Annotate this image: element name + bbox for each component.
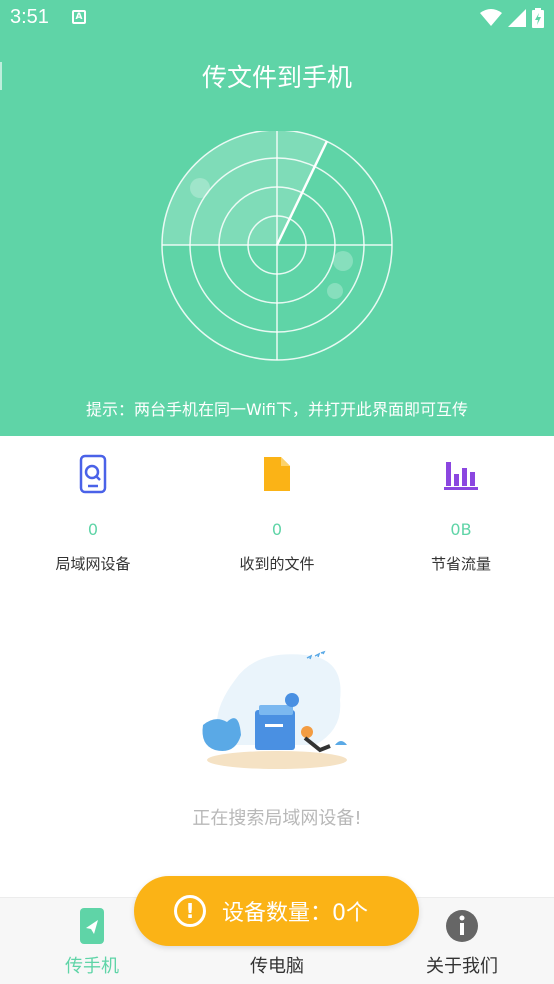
status-icons xyxy=(480,8,544,28)
send-phone-icon xyxy=(80,908,104,944)
header: 传文件到手机 提示：两台手机在同一Wifi下，并打开此界面即可互传 xyxy=(0,36,554,436)
device-dot xyxy=(327,283,343,299)
radar-scanner xyxy=(161,131,393,361)
stat-saved-traffic[interactable]: 0B 节省流量 xyxy=(386,454,536,574)
device-dot xyxy=(190,178,210,198)
searching-text: 正在搜索局域网设备! xyxy=(192,808,362,829)
status-bar: 3:51 A xyxy=(0,0,554,36)
searching-illustration xyxy=(202,650,347,769)
hint-text: 提示：两台手机在同一Wifi下，并打开此界面即可互传 xyxy=(86,400,468,419)
stat-label: 收到的文件 xyxy=(239,555,315,573)
wifi-icon xyxy=(480,9,502,26)
exclamation-icon: ! xyxy=(174,895,206,927)
page-title: 传文件到手机 xyxy=(201,63,352,92)
status-time: 3:51 xyxy=(10,6,49,28)
info-icon xyxy=(446,910,478,942)
phone-search-icon xyxy=(79,454,107,494)
nav-label: 关于我们 xyxy=(426,956,498,977)
stat-value: 0 xyxy=(271,520,283,539)
device-count-toast: ! 设备数量：0个 xyxy=(134,876,419,946)
stat-lan-devices[interactable]: 0 局域网设备 xyxy=(18,454,168,574)
stat-value: 0B xyxy=(450,520,472,539)
toast-text: 设备数量：0个 xyxy=(222,901,368,926)
nav-label: 传电脑 xyxy=(250,956,304,977)
nav-label: 传手机 xyxy=(65,956,119,977)
stat-received-files[interactable]: 0 收到的文件 xyxy=(202,454,352,574)
device-dot xyxy=(333,251,353,271)
bar-chart-icon xyxy=(444,462,478,490)
stat-label: 局域网设备 xyxy=(55,555,131,573)
stat-value: 0 xyxy=(87,520,99,539)
battery-icon xyxy=(532,8,544,28)
file-icon xyxy=(264,457,290,491)
stats-row: 0 局域网设备 0 收到的文件 0B 节省流量 xyxy=(0,436,554,586)
app-notification-icon: A xyxy=(72,10,86,24)
stat-label: 节省流量 xyxy=(430,555,491,573)
signal-icon xyxy=(508,9,526,27)
